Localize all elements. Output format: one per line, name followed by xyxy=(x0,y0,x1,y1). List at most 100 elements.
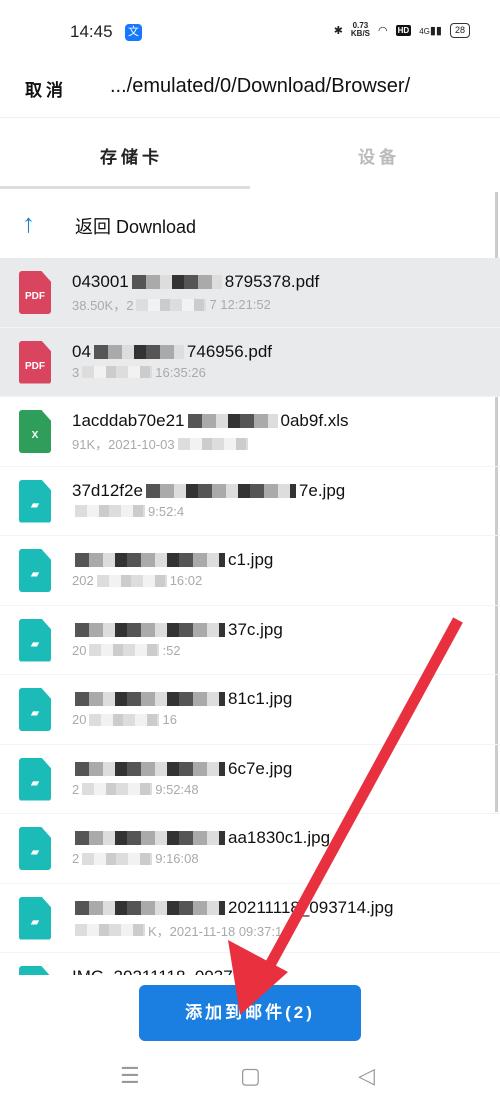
file-meta-start: 202 xyxy=(72,573,94,588)
file-name: 6c7e.jpg xyxy=(72,759,292,779)
file-meta: 2 9:16:08 xyxy=(72,851,199,866)
file-row[interactable]: ▰ 6c7e.jpg 2 9:52:48 xyxy=(0,745,500,814)
redacted-mosaic xyxy=(75,622,225,637)
file-row[interactable]: ▰ 37d12f2e 7e.jpg 9:52:4 xyxy=(0,467,500,536)
file-type-label: X xyxy=(31,430,39,441)
jpg-file-icon: ▰ xyxy=(19,896,51,940)
file-type-label: PDF xyxy=(25,291,45,302)
file-name-end: 37c.jpg xyxy=(228,619,283,639)
redacted-mosaic xyxy=(75,692,225,706)
speed-unit: KB/S xyxy=(350,29,371,38)
file-name-start: 1acddab70e21 xyxy=(72,411,185,430)
translate-app-icon: 文 xyxy=(125,24,142,41)
file-meta-end: 9:16:08 xyxy=(155,851,199,866)
file-meta: 9:52:4 xyxy=(72,504,184,519)
file-meta-end: 9:52:4 xyxy=(148,503,185,519)
redacted-mosaic xyxy=(82,783,153,795)
file-name-end: c1.jpg xyxy=(228,550,274,569)
tab-storage-card[interactable]: 存储卡 xyxy=(100,143,163,168)
file-meta-end: 7 12:21:52 xyxy=(209,297,271,312)
file-name-end: 6c7e.jpg xyxy=(228,758,293,778)
status-bar: 14:45 文 ✱ 0.73 KB/S ◠ HD 4G▮▮ 28 xyxy=(0,0,500,60)
redacted-mosaic xyxy=(187,414,278,428)
redacted-mosaic xyxy=(93,344,184,359)
redacted-mosaic xyxy=(75,924,145,936)
redacted-mosaic xyxy=(89,713,160,726)
jpg-file-icon: ▰ xyxy=(19,479,51,523)
file-meta: 202 16:02 xyxy=(72,573,202,588)
file-row[interactable]: PDF 04 746956.pdf 3 16:35:26 xyxy=(0,327,500,397)
file-meta-end: 16:35:26 xyxy=(155,364,206,380)
redacted-mosaic xyxy=(75,900,225,915)
file-name-end: aa1830c1.jpg xyxy=(228,828,331,847)
file-row[interactable]: ▰ 81c1.jpg 20 16 xyxy=(0,675,500,745)
file-meta-end: 16 xyxy=(162,712,177,727)
file-row[interactable]: ▰ 20211118_093714.jpg K，2021-11-18 09:37… xyxy=(0,884,500,953)
file-name: 043001 8795378.pdf xyxy=(72,272,319,292)
file-meta-start: 2 xyxy=(72,781,80,797)
file-name: 04 746956.pdf xyxy=(72,342,272,362)
file-name-end: 746956.pdf xyxy=(186,341,273,361)
jpg-file-icon: ▰ xyxy=(19,618,51,662)
redacted-mosaic xyxy=(82,852,153,865)
redacted-mosaic xyxy=(75,831,225,845)
file-row[interactable]: ▰ 37c.jpg 20:52 xyxy=(0,606,500,675)
file-name-end: 81c1.jpg xyxy=(228,689,293,708)
file-name: 1acddab70e21 0ab9f.xls xyxy=(72,411,349,431)
file-row[interactable]: ▰ IMG_20211118_09375 xyxy=(0,953,500,975)
file-row[interactable]: X 1acddab70e21 0ab9f.xls 91K，2021-10-03 xyxy=(0,397,500,467)
file-name-start: IMG_20211118_09375 xyxy=(72,967,242,975)
file-meta: K，2021-11-18 09:37:14 xyxy=(72,921,289,940)
tab-device[interactable]: 设备 xyxy=(358,143,400,168)
redacted-mosaic xyxy=(136,298,207,311)
file-name-end: 7e.jpg xyxy=(298,480,346,500)
file-meta-start: 20 xyxy=(72,712,87,727)
menu-icon[interactable]: ☰ xyxy=(120,1063,140,1089)
back-icon[interactable]: ◁ xyxy=(358,1063,375,1089)
file-meta-start: 20 xyxy=(72,642,87,658)
file-meta-start: 3 xyxy=(72,364,80,380)
jpg-file-icon: ▰ xyxy=(19,827,51,870)
file-name: c1.jpg xyxy=(72,550,273,570)
file-name: 37d12f2e 7e.jpg xyxy=(72,481,345,501)
file-meta: 2 9:52:48 xyxy=(72,782,199,797)
image-icon: ▰ xyxy=(31,916,39,928)
current-path: .../emulated/0/Download/Browser/ xyxy=(110,75,411,97)
home-icon[interactable]: ▢ xyxy=(240,1063,261,1089)
jpg-file-icon: ▰ xyxy=(19,757,51,801)
add-to-mail-button[interactable]: 添加到邮件(2) xyxy=(139,985,361,1041)
file-meta-end: 16:02 xyxy=(169,573,203,588)
file-row[interactable]: PDF 043001 8795378.pdf 38.50K，2 7 12:21:52 xyxy=(0,258,500,328)
file-name-end: 0ab9f.xls xyxy=(280,411,349,430)
file-name-start: 37d12f2e xyxy=(72,480,143,500)
file-name: 81c1.jpg xyxy=(72,689,292,709)
cancel-button[interactable]: 取消 xyxy=(25,76,67,101)
file-meta-start: 91K，2021-10-03 xyxy=(72,437,175,452)
redacted-mosaic xyxy=(89,644,160,656)
file-row[interactable]: ▰ c1.jpg 202 16:02 xyxy=(0,536,500,606)
redacted-mosaic xyxy=(75,761,225,776)
image-icon: ▰ xyxy=(31,569,39,580)
file-list: ↑ 返回 Download PDF 043001 8795378.pdf 38.5… xyxy=(0,190,500,975)
network-speed: 0.73 KB/S xyxy=(351,22,370,38)
image-icon: ▰ xyxy=(31,847,39,858)
redacted-mosaic xyxy=(75,505,145,517)
file-row[interactable]: ▰ aa1830c1.jpg 2 9:16:08 xyxy=(0,814,500,884)
jpg-file-icon: ▰ xyxy=(19,688,51,731)
file-meta: 20:52 xyxy=(72,643,181,658)
file-meta: 91K，2021-10-03 xyxy=(72,434,251,453)
header: 取消 .../emulated/0/Download/Browser/ xyxy=(0,60,500,118)
image-icon: ▰ xyxy=(31,708,39,719)
clock: 14:45 xyxy=(70,22,113,41)
file-name-start: 04 xyxy=(72,341,91,361)
redacted-mosaic xyxy=(145,483,296,498)
file-meta: 38.50K，2 7 12:21:52 xyxy=(72,295,271,314)
pdf-file-icon: PDF xyxy=(19,271,51,314)
redacted-mosaic xyxy=(177,437,248,450)
storage-tabs: 存储卡 设备 xyxy=(0,119,500,189)
file-name-end: 8795378.pdf xyxy=(224,272,320,291)
network-type: 4G xyxy=(419,26,430,36)
redacted-mosaic xyxy=(75,553,225,567)
back-to-parent[interactable]: ↑ 返回 Download xyxy=(0,190,500,258)
file-meta-start: 38.50K，2 xyxy=(72,298,134,313)
